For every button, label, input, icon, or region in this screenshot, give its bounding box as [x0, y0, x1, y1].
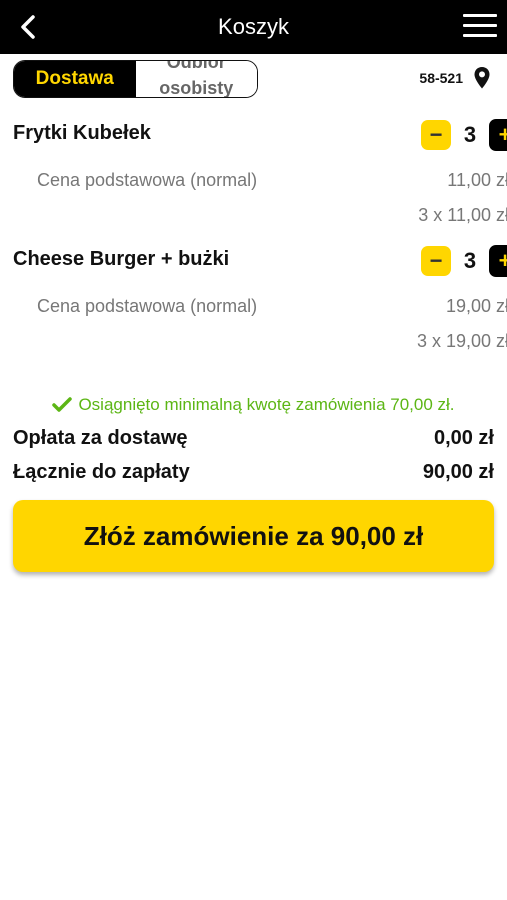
item-variant: Cena podstawowa (normal) — [37, 170, 258, 190]
mode-pickup-tab[interactable]: Odbiór osobisty — [135, 61, 257, 97]
minimum-order-text: Osiągnięto minimalną kwotę zamówienia 70… — [78, 395, 455, 414]
item-variant: Cena podstawowa (normal) — [37, 296, 258, 316]
mode-row: Dostawa Odbiór osobisty 58-521 — [0, 54, 507, 114]
chevron-left-icon[interactable] — [14, 12, 44, 42]
mode-pickup-label-1: Odbiór — [166, 61, 226, 72]
decrease-quantity-button[interactable]: − — [421, 120, 451, 150]
item-line-calc: 3 x 19,00 zł — [416, 331, 507, 351]
item-unit-price: 19,00 zł — [445, 296, 507, 316]
total-label: Łącznie do zapłaty — [13, 461, 190, 483]
cart-item: Cheese Burger + bużki − 3 + Cena podstaw… — [0, 240, 507, 360]
zip-code[interactable]: 58-521 — [419, 70, 463, 86]
mode-delivery-tab[interactable]: Dostawa — [14, 61, 136, 97]
mode-delivery-label: Dostawa — [35, 68, 114, 89]
item-line-calc: 3 x 11,00 zł — [418, 205, 507, 225]
delivery-fee-label: Opłata za dostawę — [13, 427, 188, 449]
map-pin-icon[interactable] — [473, 66, 491, 90]
decrease-quantity-button[interactable]: − — [421, 246, 451, 276]
quantity-value: 3 — [463, 248, 477, 273]
checkmark-icon — [52, 397, 73, 412]
total-value: 90,00 zł — [422, 461, 494, 483]
hamburger-menu-icon[interactable] — [463, 14, 497, 40]
increase-quantity-button[interactable]: + — [489, 119, 507, 151]
item-name: Frytki Kubełek — [13, 122, 151, 144]
quantity-value: 3 — [463, 122, 477, 147]
minimum-order-message: Osiągnięto minimalną kwotę zamówienia 70… — [0, 395, 507, 415]
total-row: Łącznie do zapłaty 90,00 zł — [13, 461, 494, 484]
item-unit-price: 11,00 zł — [447, 170, 507, 190]
quantity-stepper: − 3 + — [421, 119, 507, 151]
cart-item: Frytki Kubełek − 3 + Cena podstawowa (no… — [0, 114, 507, 234]
item-name: Cheese Burger + bużki — [13, 248, 230, 270]
place-order-label: Złóż zamówienie za 90,00 zł — [83, 520, 424, 551]
page-title: Koszyk — [218, 14, 289, 39]
delivery-fee-row: Opłata za dostawę 0,00 zł — [13, 427, 494, 450]
increase-quantity-button[interactable]: + — [489, 245, 507, 277]
mode-pickup-label-2: osobisty — [159, 78, 234, 97]
place-order-button[interactable]: Złóż zamówienie za 90,00 zł — [13, 500, 494, 572]
top-bar: Koszyk — [0, 0, 507, 54]
delivery-fee-value: 0,00 zł — [433, 427, 494, 449]
quantity-stepper: − 3 + — [421, 245, 507, 277]
delivery-mode-toggle: Dostawa Odbiór osobisty — [13, 60, 258, 98]
